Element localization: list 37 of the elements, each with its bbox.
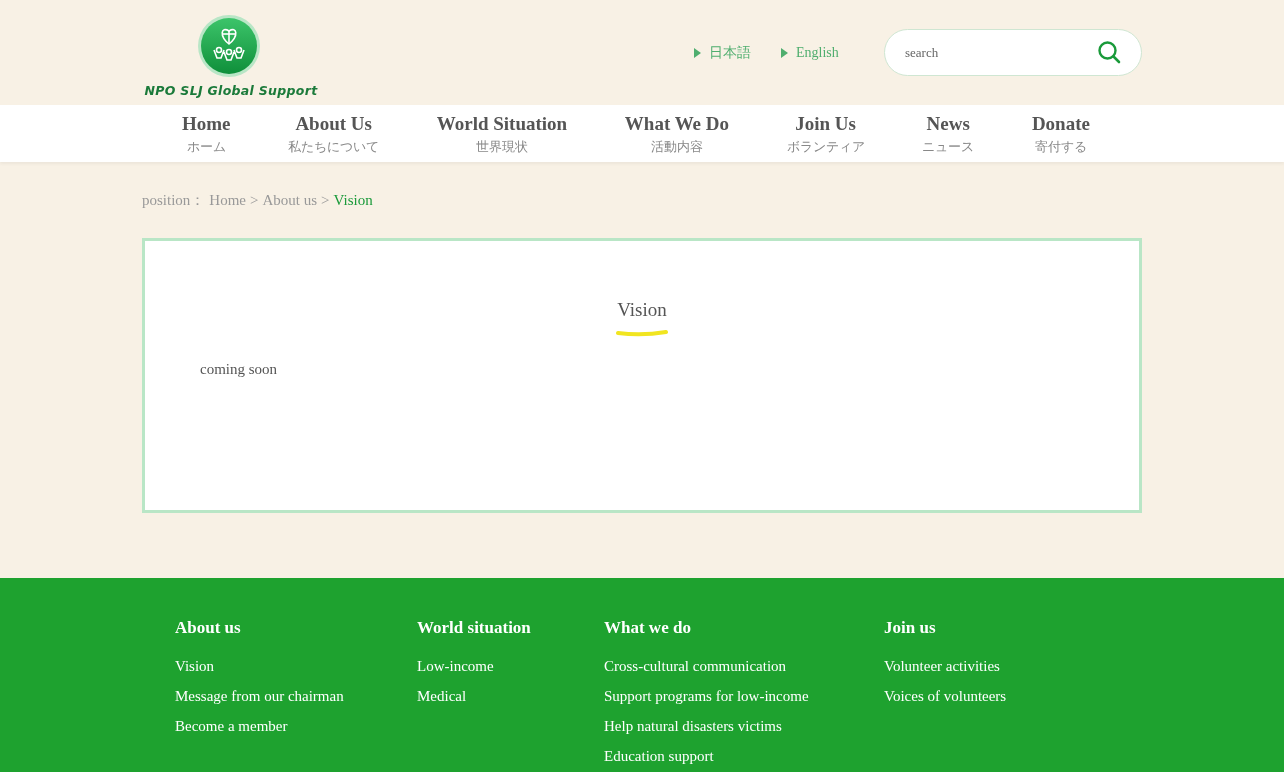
nav-item[interactable]: Home ホーム <box>182 105 231 156</box>
page-title: Vision <box>617 299 667 321</box>
footer-link[interactable]: Message from our chairman <box>175 688 344 705</box>
language-link[interactable]: 日本語 <box>694 43 751 62</box>
footer-link[interactable]: Cross-cultural communication <box>604 658 787 675</box>
footer-link[interactable]: Vision <box>175 658 215 675</box>
nav-item[interactable]: What We Do 活動内容 <box>624 105 729 156</box>
logo-icon[interactable] <box>197 13 261 78</box>
footer-link[interactable]: Volunteer activities <box>884 658 1000 675</box>
footer-heading: What we do <box>604 618 691 638</box>
breadcrumb-separator: > <box>250 191 259 209</box>
footer-heading: About us <box>175 618 241 638</box>
footer-link[interactable]: Become a member <box>175 718 288 735</box>
search-field[interactable]: search <box>884 29 1142 76</box>
nav-item[interactable]: Donate 寄付する <box>1031 105 1090 156</box>
breadcrumb-link[interactable]: About us <box>262 191 318 209</box>
footer-heading: Join us <box>884 618 936 638</box>
footer-link[interactable]: Medical <box>417 688 467 705</box>
breadcrumb-label: position： <box>142 190 206 210</box>
breadcrumb-link[interactable]: Vision <box>333 191 373 209</box>
footer-link[interactable]: Help natural disasters victims <box>604 718 782 735</box>
nav-item[interactable]: About Us 私たちについて <box>288 105 380 156</box>
nav-item[interactable]: Join Us ボランティア <box>786 105 865 156</box>
nav-item[interactable]: World Situation 世界現状 <box>436 105 568 156</box>
logo-text: NPO SLJ Global Support <box>144 82 318 98</box>
footer-link[interactable]: Support programs for low-income <box>604 688 809 705</box>
language-link[interactable]: English <box>781 43 839 62</box>
breadcrumb-separator: > <box>321 191 330 209</box>
footer-link[interactable]: Voices of volunteers <box>884 688 1007 705</box>
footer-link[interactable]: Low-income <box>417 658 494 675</box>
footer-link[interactable]: Education support <box>604 748 714 765</box>
footer-heading: World situation <box>417 618 531 638</box>
search-icon[interactable] <box>1097 40 1121 64</box>
body-text: coming soon <box>200 361 278 378</box>
breadcrumb-link[interactable]: Home <box>209 191 246 209</box>
nav-item[interactable]: News ニュース <box>922 105 975 156</box>
title-underline <box>616 329 668 337</box>
